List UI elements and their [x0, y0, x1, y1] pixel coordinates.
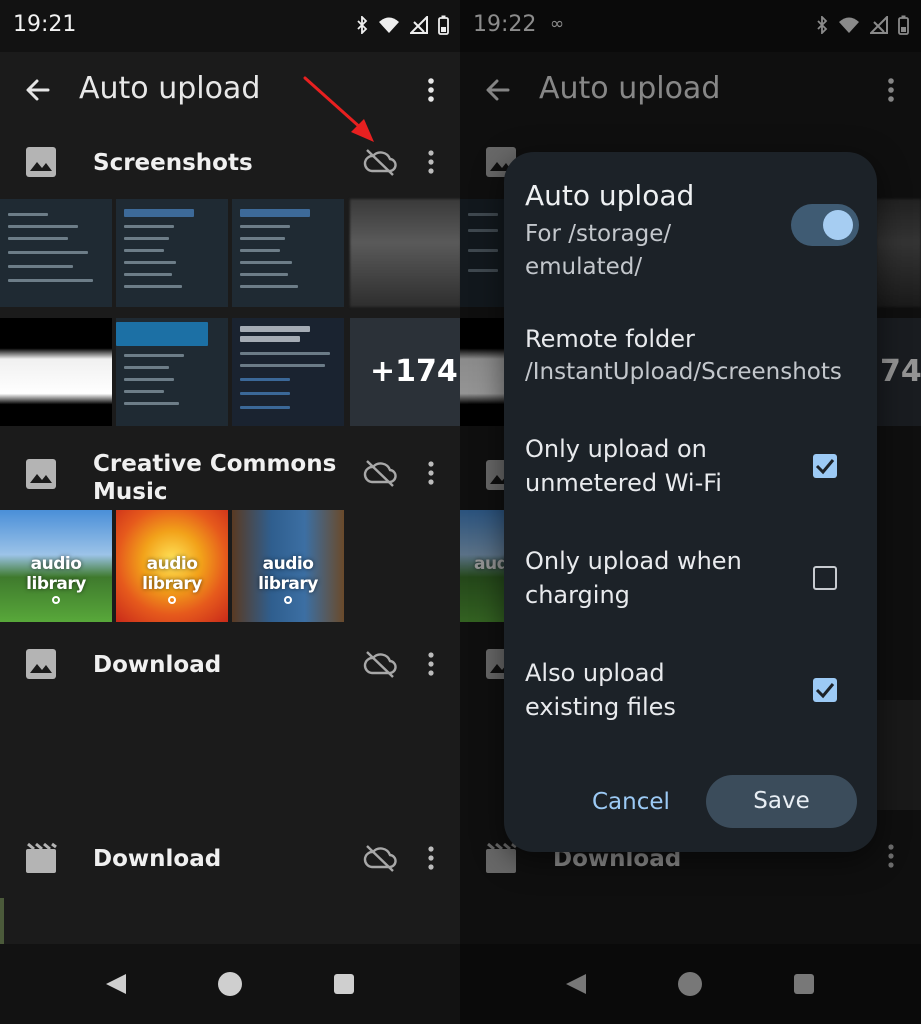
nav-back-icon[interactable]: [104, 972, 128, 996]
screenshot-thumbnail[interactable]: [350, 199, 461, 307]
folder-name: Download: [93, 846, 222, 872]
screenshot-thumbnail[interactable]: [0, 318, 112, 426]
folder-more-icon[interactable]: [421, 147, 441, 177]
status-time: 19:21: [13, 12, 77, 37]
movie-icon: [26, 842, 57, 873]
toggle-knob: [823, 210, 853, 240]
audio-indicator: [168, 596, 176, 604]
image-icon: [26, 459, 56, 489]
audio-indicator: [52, 596, 60, 604]
system-nav-bar: [0, 944, 461, 1024]
folder-item-download-video[interactable]: Download: [0, 828, 461, 888]
cloud-off-icon[interactable]: [363, 649, 397, 679]
save-button[interactable]: Save: [706, 775, 857, 828]
signal-icon: [410, 16, 428, 34]
audio-label: audio library: [26, 554, 86, 594]
charging-only-checkbox[interactable]: [813, 566, 837, 590]
nav-home-icon[interactable]: [218, 972, 242, 996]
dialog-title: Auto upload: [525, 179, 695, 212]
remote-folder-value[interactable]: /InstantUpload/Screenshots: [525, 359, 842, 385]
screenshot-thumbnail[interactable]: [116, 318, 228, 426]
dialog-local-folder: For /storage/ emulated/: [525, 221, 672, 280]
audio-thumbnail[interactable]: audio library: [116, 510, 228, 622]
image-icon: [26, 649, 56, 679]
check-icon: [815, 459, 835, 475]
auto-upload-dialog: Auto upload For /storage/ emulated/ Remo…: [504, 152, 877, 852]
audio-thumbnail[interactable]: audio library: [232, 510, 344, 622]
back-arrow-icon[interactable]: [22, 74, 54, 106]
screenshot-thumbnail[interactable]: [232, 318, 344, 426]
more-photos-tile[interactable]: +174: [350, 318, 461, 426]
folder-item-download[interactable]: Download: [0, 634, 461, 694]
option-label: Only upload when charging: [525, 547, 742, 609]
audio-indicator: [284, 596, 292, 604]
folder-name: Screenshots: [93, 150, 253, 176]
page-title: Auto upload: [79, 71, 261, 106]
screenshot-thumbnail[interactable]: [0, 199, 112, 307]
folder-item-creative-commons-music[interactable]: Creative Commons Music: [0, 444, 461, 504]
nav-recents-icon[interactable]: [334, 974, 354, 994]
phone-screen-right: 19:22 ∞ Auto upload 74 audi Download: [460, 0, 921, 1024]
cloud-off-icon[interactable]: [363, 843, 397, 873]
option-label: Also upload existing files: [525, 659, 676, 721]
phone-screen-left: 19:21 Auto upload Screenshots +174 Creat…: [0, 0, 461, 1024]
bluetooth-icon: [357, 16, 368, 34]
app-bar: Auto upload: [0, 52, 461, 128]
screenshot-thumbnail[interactable]: [116, 199, 228, 307]
folder-item-screenshots[interactable]: Screenshots: [0, 132, 461, 192]
auto-upload-toggle[interactable]: [791, 204, 859, 246]
upload-existing-checkbox[interactable]: [813, 678, 837, 702]
option-label: Only upload on unmetered Wi-Fi: [525, 435, 722, 497]
cloud-off-icon[interactable]: [363, 458, 397, 488]
more-photos-count: +174: [370, 354, 458, 389]
more-vert-icon[interactable]: [419, 74, 443, 106]
status-bar: 19:21: [0, 0, 461, 52]
folder-name: Download: [93, 652, 222, 678]
check-icon: [815, 683, 835, 699]
folder-name: Creative Commons Music: [93, 451, 337, 504]
folder-more-icon[interactable]: [421, 843, 441, 873]
wifi-icon: [379, 17, 399, 33]
cancel-button[interactable]: Cancel: [592, 789, 670, 815]
status-icons: [356, 15, 449, 35]
battery-icon: [438, 15, 449, 35]
screenshot-thumbnail[interactable]: [232, 199, 344, 307]
annotation-arrow-icon: [303, 76, 374, 142]
remote-folder-label: Remote folder: [525, 325, 695, 353]
audio-label: audio library: [258, 554, 318, 594]
audio-thumbnail[interactable]: audio library: [0, 510, 112, 622]
image-icon: [26, 147, 56, 177]
folder-more-icon[interactable]: [421, 649, 441, 679]
audio-label: audio library: [142, 554, 202, 594]
wifi-only-checkbox[interactable]: [813, 454, 837, 478]
folder-list: Screenshots +174 Creative Commons Music …: [0, 128, 461, 958]
folder-more-icon[interactable]: [421, 458, 441, 488]
